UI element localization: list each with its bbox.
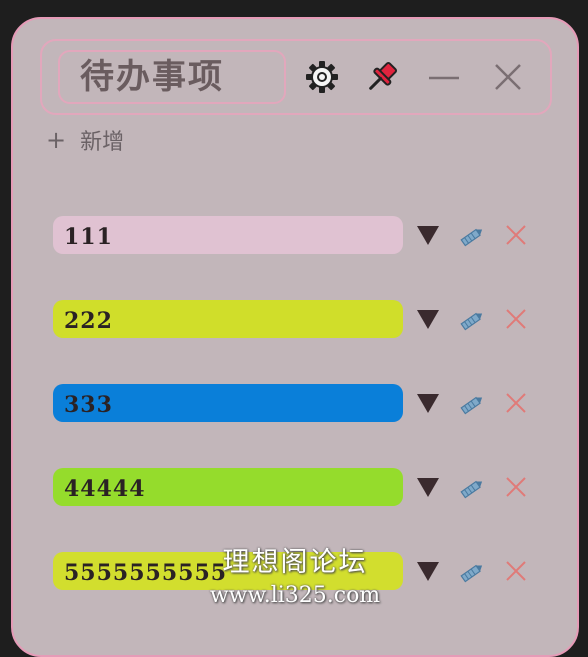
pencil-icon[interactable] <box>459 307 483 331</box>
pushpin-icon[interactable] <box>364 59 400 95</box>
todo-text: 111 <box>64 224 113 250</box>
pencil-icon[interactable] <box>459 559 483 583</box>
todo-text: 333 <box>64 392 113 418</box>
pencil-icon[interactable] <box>459 391 483 415</box>
todo-item: 111 <box>53 216 543 256</box>
close-icon[interactable] <box>490 59 526 95</box>
todo-pill[interactable]: 222 <box>53 300 403 338</box>
title-bar[interactable]: 待办事项 <box>40 39 552 115</box>
delete-icon[interactable] <box>505 560 527 582</box>
plus-icon: + <box>46 126 67 154</box>
todo-item: 44444 <box>53 468 543 508</box>
minimize-icon[interactable] <box>426 59 462 95</box>
delete-icon[interactable] <box>505 224 527 246</box>
todo-pill[interactable]: 44444 <box>53 468 403 506</box>
delete-icon[interactable] <box>505 476 527 498</box>
delete-icon[interactable] <box>505 392 527 414</box>
pencil-icon[interactable] <box>459 475 483 499</box>
triangle-down-icon[interactable] <box>416 392 440 416</box>
triangle-down-icon[interactable] <box>416 560 440 584</box>
add-label: 新增 <box>80 130 125 155</box>
watermark: 理想阁论坛 www.li325.com <box>200 544 390 610</box>
triangle-down-icon[interactable] <box>416 308 440 332</box>
triangle-down-icon[interactable] <box>416 476 440 500</box>
todo-item: 333 <box>53 384 543 424</box>
watermark-line2: www.li325.com <box>209 583 381 608</box>
todo-pill[interactable]: 333 <box>53 384 403 422</box>
todo-item: 222 <box>53 300 543 340</box>
todo-text: 44444 <box>64 476 146 502</box>
page-title: 待办事项 <box>80 57 224 97</box>
triangle-down-icon[interactable] <box>416 224 440 248</box>
delete-icon[interactable] <box>505 308 527 330</box>
watermark-line1: 理想阁论坛 <box>222 547 368 578</box>
gear-icon[interactable] <box>304 59 340 95</box>
add-button[interactable]: + 新增 <box>46 124 124 156</box>
todo-pill[interactable]: 111 <box>53 216 403 254</box>
todo-text: 222 <box>64 308 113 334</box>
pencil-icon[interactable] <box>459 223 483 247</box>
title-box: 待办事项 <box>58 50 286 104</box>
